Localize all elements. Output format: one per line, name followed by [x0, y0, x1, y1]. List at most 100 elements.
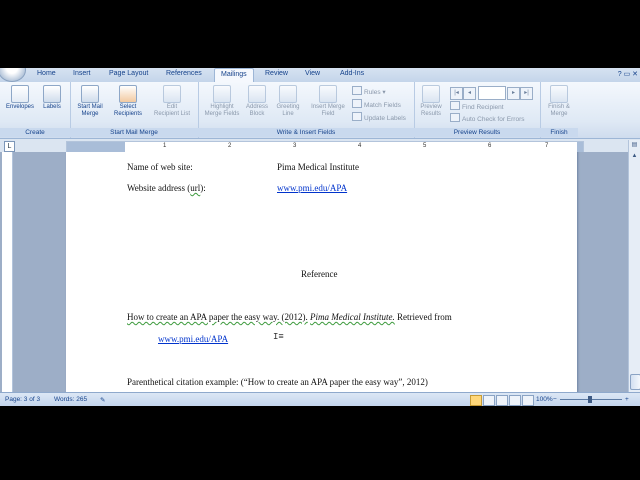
record-number-input[interactable]: [478, 86, 506, 100]
horizontal-ruler: L 1 2 3 4 5 6 7: [0, 140, 640, 153]
labels-label: Labels: [43, 104, 61, 110]
update-labels-button[interactable]: Update Labels: [352, 112, 406, 122]
ribbon-tabs: Home Insert Page Layout References Maili…: [0, 68, 640, 83]
tab-add-ins[interactable]: Add-Ins: [340, 70, 364, 77]
match-fields-icon: [352, 99, 362, 108]
ruler-number: 3: [293, 143, 297, 149]
group-preview-results: Preview Results |◂ ◂ ▸ ▸| Find Recipient…: [414, 82, 541, 138]
edit-recipient-list-label-2: Recipient List: [153, 111, 191, 117]
ruler-left-margin: [67, 142, 125, 152]
zoom-slider-thumb[interactable]: [588, 396, 592, 403]
full-screen-reading-icon[interactable]: [483, 395, 495, 406]
finish-merge-label-1: Finish &: [548, 104, 570, 110]
page-count[interactable]: Page: 3 of 3: [5, 396, 40, 403]
preview-results-label-2: Results: [420, 111, 441, 117]
website-address-link[interactable]: www.pmi.edu/APA: [277, 183, 347, 193]
view-ruler-icon[interactable]: ▤: [630, 141, 639, 150]
envelope-icon: [11, 85, 29, 103]
reference-publisher: Pima Medical Institute.: [310, 312, 395, 322]
vertical-scrollbar[interactable]: ▤ ▲: [628, 140, 640, 392]
zoom-in-icon[interactable]: +: [625, 396, 629, 403]
citation-example: Parenthetical citation example: (“How to…: [127, 377, 428, 387]
ribbon-mailings: Envelopes Labels Create Start Mail Merge…: [0, 82, 640, 139]
office-button[interactable]: [0, 68, 26, 82]
address-block-label-2: Block: [249, 111, 265, 117]
highlight-merge-fields-button[interactable]: Highlight Merge Fields: [202, 85, 242, 118]
document-area: Name of web site: Pima Medical Institute…: [0, 152, 628, 392]
reference-retrieved: Retrieved from: [397, 312, 452, 322]
match-fields-button[interactable]: Match Fields: [352, 99, 401, 109]
group-create: Envelopes Labels Create: [0, 82, 71, 138]
reference-url-link[interactable]: www.pmi.edu/APA: [158, 334, 228, 344]
edit-recipient-list-button[interactable]: Edit Recipient List: [150, 85, 194, 118]
auto-check-errors-button[interactable]: Auto Check for Errors: [450, 113, 525, 123]
edit-list-icon: [163, 85, 181, 103]
ruler-right-margin: [577, 142, 583, 152]
insert-merge-field-label-2: Field: [321, 111, 335, 117]
group-write-insert-fields: Highlight Merge Fields Address Block Gre…: [198, 82, 415, 138]
vertical-ruler: [2, 152, 13, 392]
web-layout-icon[interactable]: [496, 395, 508, 406]
reference-entry: How to create an APA paper the easy way.…: [127, 312, 452, 322]
select-recipients-label-2: Recipients: [113, 111, 142, 117]
website-address-label-pre: Website address (: [127, 183, 191, 193]
website-address-label-url: url: [190, 183, 201, 193]
group-finish: Finish & Merge Finish: [540, 82, 578, 138]
ruler-number: 2: [228, 143, 232, 149]
ruler-number: 6: [488, 143, 492, 149]
scroll-up-arrow-icon[interactable]: ▲: [630, 152, 639, 161]
greeting-line-icon: [279, 85, 297, 103]
rules-label: Rules: [364, 89, 381, 96]
rules-button[interactable]: Rules ▾: [352, 86, 386, 96]
scroll-thumb[interactable]: [630, 374, 640, 390]
highlight-icon: [213, 85, 231, 103]
zoom-level[interactable]: 100%: [536, 396, 553, 403]
insert-merge-field-label-1: Insert Merge: [311, 104, 345, 110]
finish-merge-button[interactable]: Finish & Merge: [542, 85, 576, 118]
ruler-number: 4: [358, 143, 362, 149]
tab-review[interactable]: Review: [265, 70, 288, 77]
reference-heading: Reference: [301, 269, 338, 279]
select-recipients-label-1: Select: [119, 104, 137, 110]
print-layout-view-icon[interactable]: [470, 395, 482, 406]
labels-button[interactable]: Labels: [38, 85, 66, 111]
auto-check-errors-label: Auto Check for Errors: [462, 116, 525, 123]
rules-icon: [352, 86, 362, 95]
address-block-button[interactable]: Address Block: [244, 85, 270, 118]
preview-results-button[interactable]: Preview Results: [416, 85, 446, 118]
select-recipients-button[interactable]: Select Recipients: [110, 85, 146, 118]
address-block-icon: [248, 85, 266, 103]
finish-merge-icon: [550, 85, 568, 103]
greeting-line-button[interactable]: Greeting Line: [272, 85, 304, 118]
insert-merge-field-button[interactable]: Insert Merge Field: [306, 85, 350, 118]
first-record-button[interactable]: |◂: [450, 87, 463, 100]
proofing-icon[interactable]: ✎: [100, 396, 105, 404]
start-mail-merge-button[interactable]: Start Mail Merge: [74, 85, 106, 118]
tab-references[interactable]: References: [166, 70, 202, 77]
envelopes-button[interactable]: Envelopes: [4, 85, 36, 111]
zoom-out-icon[interactable]: −: [553, 396, 557, 403]
tab-selector-button[interactable]: L: [4, 141, 15, 152]
help-icon[interactable]: ? ▭ ✕: [618, 70, 638, 78]
word-window: Home Insert Page Layout References Maili…: [0, 68, 640, 406]
ruler-number: 1: [163, 143, 167, 149]
next-record-button[interactable]: ▸: [507, 87, 520, 100]
group-label-preview-results: Preview Results: [414, 128, 540, 137]
tab-home[interactable]: Home: [37, 70, 56, 77]
match-fields-label: Match Fields: [364, 102, 401, 109]
draft-view-icon[interactable]: [522, 395, 534, 406]
tab-page-layout[interactable]: Page Layout: [109, 70, 148, 77]
website-address-label: Website address (url):: [127, 183, 206, 193]
find-icon: [450, 101, 460, 110]
word-count[interactable]: Words: 265: [54, 396, 87, 403]
document-page[interactable]: Name of web site: Pima Medical Institute…: [66, 152, 577, 392]
outline-view-icon[interactable]: [509, 395, 521, 406]
status-bar: Page: 3 of 3 Words: 265 ✎ 100% − +: [0, 392, 640, 406]
find-recipient-button[interactable]: Find Recipient: [450, 101, 504, 111]
tab-insert[interactable]: Insert: [73, 70, 91, 77]
last-record-button[interactable]: ▸|: [520, 87, 533, 100]
group-label-write-insert-fields: Write & Insert Fields: [198, 128, 414, 137]
tab-mailings[interactable]: Mailings: [214, 68, 254, 83]
tab-view[interactable]: View: [305, 70, 320, 77]
previous-record-button[interactable]: ◂: [463, 87, 476, 100]
